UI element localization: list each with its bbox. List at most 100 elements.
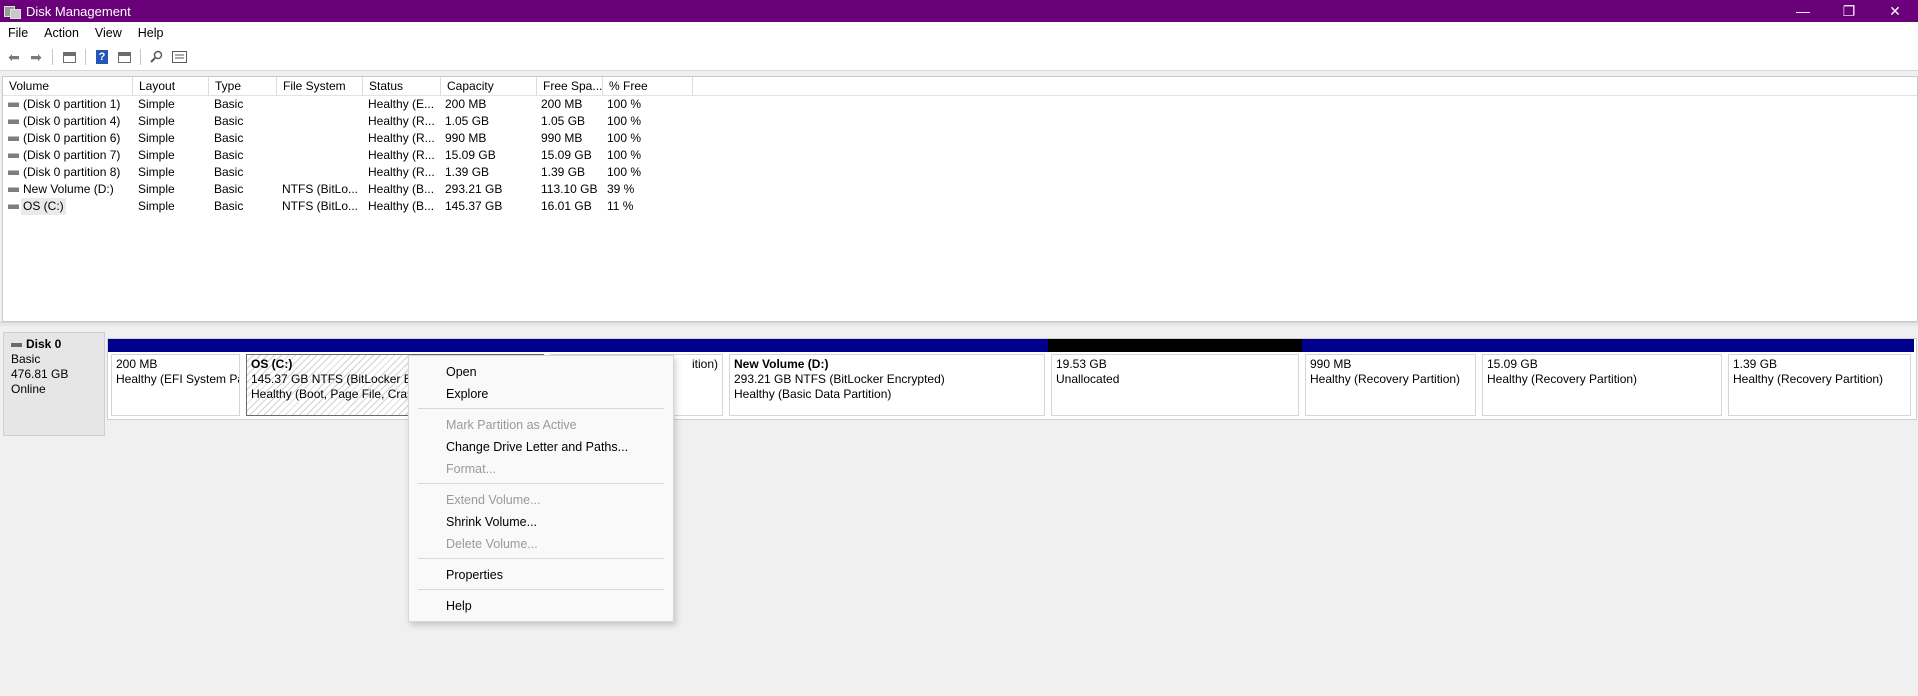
table-row[interactable]: (Disk 0 partition 8) Simple Basic Health… [3,164,703,181]
cell-status: Healthy (R... [368,148,435,162]
table-row[interactable]: (Disk 0 partition 6) Simple Basic Health… [3,130,703,147]
menu-item-format: Format... [446,462,497,476]
cell-layout: Simple [138,199,175,213]
table-row[interactable]: (Disk 0 partition 4) Simple Basic Health… [3,113,703,130]
cell-type: Basic [214,148,244,162]
toolbar-separator [85,49,86,65]
menu-item-properties[interactable]: Properties [446,567,503,583]
menu-separator [418,558,664,559]
cell-layout: Simple [138,114,175,128]
disk-view: Disk 0 Basic 476.81 GB Online 200 MB Hea… [0,326,1918,696]
menu-item-open[interactable]: Open [446,364,477,380]
menu-help[interactable]: Help [130,26,172,40]
cell-file-system: NTFS (BitLo... [282,199,359,213]
table-row[interactable]: New Volume (D:) Simple Basic NTFS (BitLo… [3,181,703,198]
cell-type: Basic [214,165,244,179]
cell-status: Healthy (E... [368,97,435,111]
menu-file[interactable]: File [0,26,36,40]
cell-status: Healthy (R... [368,131,435,145]
partition-status: Healthy (Basic Data Partition) [734,387,892,401]
volume-icon [8,204,19,209]
connect-icon[interactable] [149,49,165,65]
title-bar: Disk Management — ❐ ✕ [0,0,1918,22]
cell-layout: Simple [138,182,175,196]
restore-button[interactable]: ❐ [1826,0,1872,22]
column-file-system[interactable]: File System [277,77,363,95]
partition-body: New Volume (D:) 293.21 GB NTFS (BitLocke… [729,354,1045,416]
cell-layout: Simple [138,131,175,145]
cell-capacity: 1.39 GB [445,165,490,179]
cell-capacity: 15.09 GB [445,148,496,162]
partition-efi[interactable]: 200 MB Healthy (EFI System Pa [108,339,243,419]
cell-capacity: 145.37 GB [445,199,503,213]
volume-icon [8,170,19,175]
table-row[interactable]: (Disk 0 partition 1) Simple Basic Health… [3,96,703,113]
column-free-space[interactable]: Free Spa... [537,77,603,95]
menu-bar: File Action View Help [0,22,1918,44]
column-status[interactable]: Status [363,77,441,95]
partition-bar [243,339,547,352]
partition-recovery-990mb[interactable]: 990 MB Healthy (Recovery Partition) [1302,339,1479,419]
menu-item-shrink-volume[interactable]: Shrink Volume... [446,514,537,530]
partition-recovery-1-39gb[interactable]: 1.39 GB Healthy (Recovery Partition) [1725,339,1914,419]
column-volume[interactable]: Volume [3,77,133,95]
partition-context-menu: Open Explore Mark Partition as Active Ch… [408,355,674,622]
cell-free-space: 16.01 GB [541,199,592,213]
partition-bar [1048,339,1302,352]
cell-status: Healthy (R... [368,165,435,179]
volume-list: Volume Layout Type File System Status Ca… [2,76,1918,322]
cell-free-space: 15.09 GB [541,148,592,162]
minimize-button[interactable]: — [1780,0,1826,22]
cell-free-space: 990 MB [541,131,583,145]
partition-size: 1.39 GB [1733,357,1778,371]
view-icon[interactable] [171,49,187,65]
cell-layout: Simple [138,148,175,162]
back-icon[interactable]: ⬅ [6,49,22,65]
disk-0-label[interactable]: Disk 0 Basic 476.81 GB Online [3,332,105,436]
cell-status: Healthy (B... [368,182,435,196]
cell-layout: Simple [138,97,175,111]
partition-bar [1479,339,1725,352]
menu-item-help[interactable]: Help [446,598,472,614]
table-row[interactable]: OS (C:) Simple Basic NTFS (BitLo... Heal… [3,198,703,215]
column-capacity[interactable]: Capacity [441,77,537,95]
cell-percent-free: 39 % [607,182,635,196]
partition-size: 19.53 GB [1056,357,1107,371]
menu-item-change-drive-letter[interactable]: Change Drive Letter and Paths... [446,439,628,455]
volume-list-header: Volume Layout Type File System Status Ca… [3,77,1917,96]
cell-free-space: 1.05 GB [541,114,586,128]
table-row[interactable]: (Disk 0 partition 7) Simple Basic Health… [3,147,703,164]
cell-percent-free: 100 % [607,148,642,162]
volume-icon [8,136,19,141]
column-percent-free[interactable]: % Free [603,77,693,95]
partition-bar [1302,339,1479,352]
cell-capacity: 1.05 GB [445,114,490,128]
partition-status: Unallocated [1056,372,1120,386]
forward-icon[interactable]: ➡ [28,49,44,65]
partition-unallocated[interactable]: 19.53 GB Unallocated [1048,339,1302,419]
partition-status: Healthy (EFI System Pa [116,372,240,386]
column-layout[interactable]: Layout [133,77,209,95]
partition-recovery-15gb[interactable]: 15.09 GB Healthy (Recovery Partition) [1479,339,1725,419]
disk-type: Basic [11,352,41,366]
disk-name: Disk 0 [26,337,62,351]
menu-action[interactable]: Action [36,26,87,40]
disk-list-icon[interactable] [61,49,77,65]
cell-type: Basic [214,199,244,213]
close-button[interactable]: ✕ [1872,0,1918,22]
toolbar-separator [52,49,53,65]
menu-view[interactable]: View [87,26,130,40]
cell-status: Healthy (R... [368,114,435,128]
help-icon[interactable]: ? [94,49,110,65]
menu-item-explore[interactable]: Explore [446,386,488,402]
properties-icon[interactable] [116,49,132,65]
partition-status: Healthy (Recovery Partition) [1310,372,1461,386]
volume-icon [8,102,19,107]
toolbar: ⬅ ➡ ? [0,44,1918,71]
column-type[interactable]: Type [209,77,277,95]
partition-bar [108,339,243,352]
toolbar-separator [140,49,141,65]
partition-new-volume-d[interactable]: New Volume (D:) 293.21 GB NTFS (BitLocke… [726,339,1048,419]
partition-size: 200 MB [116,357,158,371]
cell-layout: Simple [138,165,175,179]
